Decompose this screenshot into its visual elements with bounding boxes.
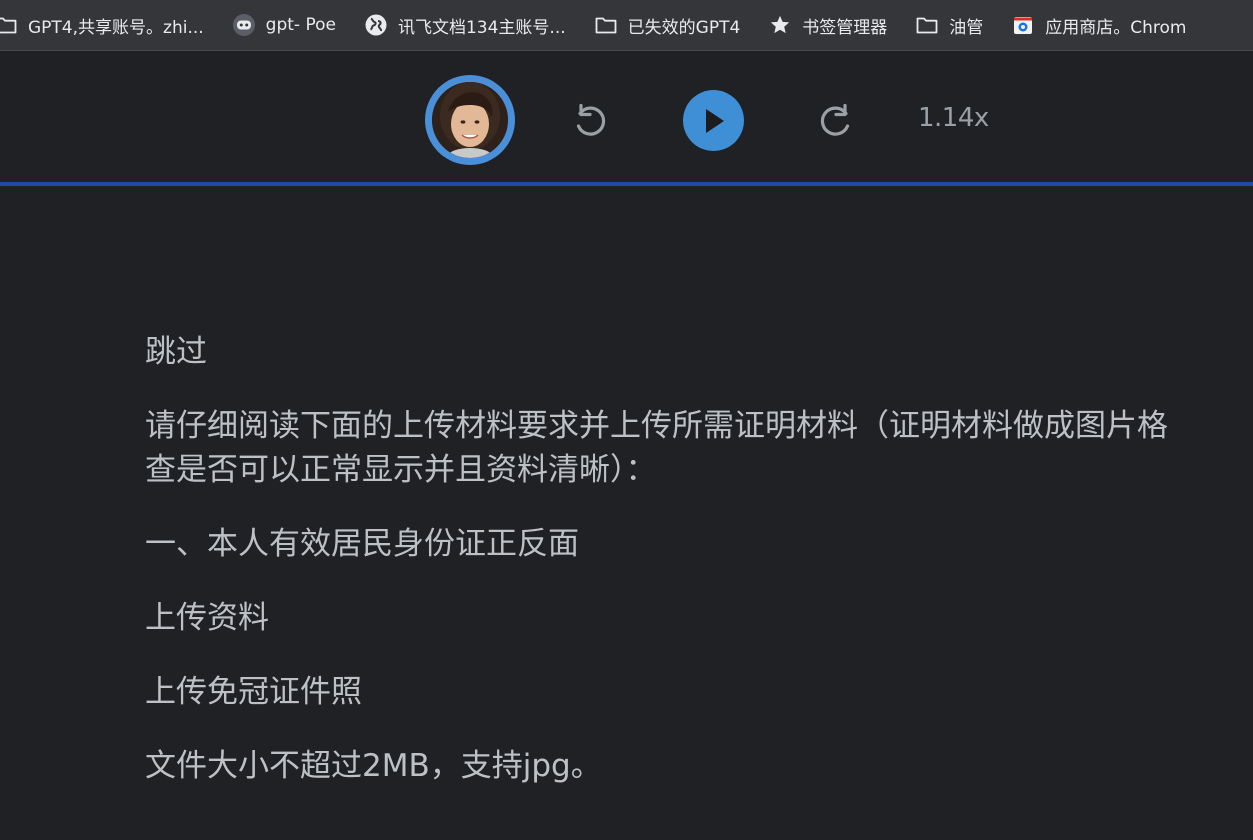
chrome-web-store-icon xyxy=(1011,13,1035,37)
skip-link[interactable]: 跳过 xyxy=(145,330,1253,374)
article-content: 跳过 请仔细阅读下面的上传材料要求并上传所需证明材料（证明材料做成图片格 查是否… xyxy=(145,330,1253,818)
requirement-item-1: 一、本人有效居民身份证正反面 xyxy=(145,526,579,562)
star-icon xyxy=(768,13,792,37)
globe-icon xyxy=(364,13,388,37)
instruction-line: 查是否可以正常显示并且资料清晰）： xyxy=(145,452,657,488)
folder-icon xyxy=(594,13,618,37)
avatar-photo xyxy=(432,82,508,158)
bookmark-label: gpt- Poe xyxy=(265,15,336,35)
upload-instruction: 请仔细阅读下面的上传材料要求并上传所需证明材料（证明材料做成图片格 查是否可以正… xyxy=(145,404,1253,492)
play-icon xyxy=(705,108,724,133)
audio-player-bar xyxy=(0,51,1253,182)
bookmark-manager[interactable]: 书签管理器 xyxy=(758,8,897,42)
rewind-icon xyxy=(576,103,606,136)
rewind-button[interactable] xyxy=(567,98,611,142)
bookmark-gpt4-shared[interactable]: GPT4,共享账号。zhi... xyxy=(0,8,214,42)
bookmark-label: 书签管理器 xyxy=(802,17,888,38)
bookmark-label: 应用商店。Chrom xyxy=(1045,17,1187,38)
forward-icon xyxy=(820,103,850,136)
bookmark-chrome-web-store[interactable]: 应用商店。Chrom xyxy=(1001,8,1196,42)
file-size-note: 文件大小不超过2MB，支持jpg。 xyxy=(145,748,602,784)
bookmark-expired-gpt4[interactable]: 已失效的GPT4 xyxy=(584,8,751,42)
poe-robot-icon xyxy=(232,13,256,37)
upload-id-photo-link[interactable]: 上传免冠证件照 xyxy=(145,670,1253,714)
forward-button[interactable] xyxy=(815,98,859,142)
playback-speed-button[interactable]: 1.14x xyxy=(918,103,989,133)
upload-materials-link[interactable]: 上传资料 xyxy=(145,596,1253,640)
bookmark-youtube[interactable]: 油管 xyxy=(905,8,993,42)
bookmark-label: 讯飞文档134主账号... xyxy=(397,17,566,38)
folder-icon xyxy=(0,13,18,37)
bookmark-label: 已失效的GPT4 xyxy=(627,17,741,38)
play-button[interactable] xyxy=(683,90,744,151)
bookmark-gpt-poe[interactable]: gpt- Poe xyxy=(222,8,346,42)
bookmark-xunfei-docs[interactable]: 讯飞文档134主账号... xyxy=(354,8,576,42)
instruction-line: 请仔细阅读下面的上传材料要求并上传所需证明材料（证明材料做成图片格 xyxy=(145,408,1168,444)
bookmark-label: GPT4,共享账号。zhi... xyxy=(28,17,204,38)
folder-icon xyxy=(915,13,939,37)
bookmark-label: 油管 xyxy=(949,17,984,38)
narrator-avatar xyxy=(425,75,515,165)
player-divider xyxy=(0,182,1253,186)
bookmarks-bar: GPT4,共享账号。zhi... gpt- Poe 讯飞文档134主账号... … xyxy=(0,0,1253,51)
